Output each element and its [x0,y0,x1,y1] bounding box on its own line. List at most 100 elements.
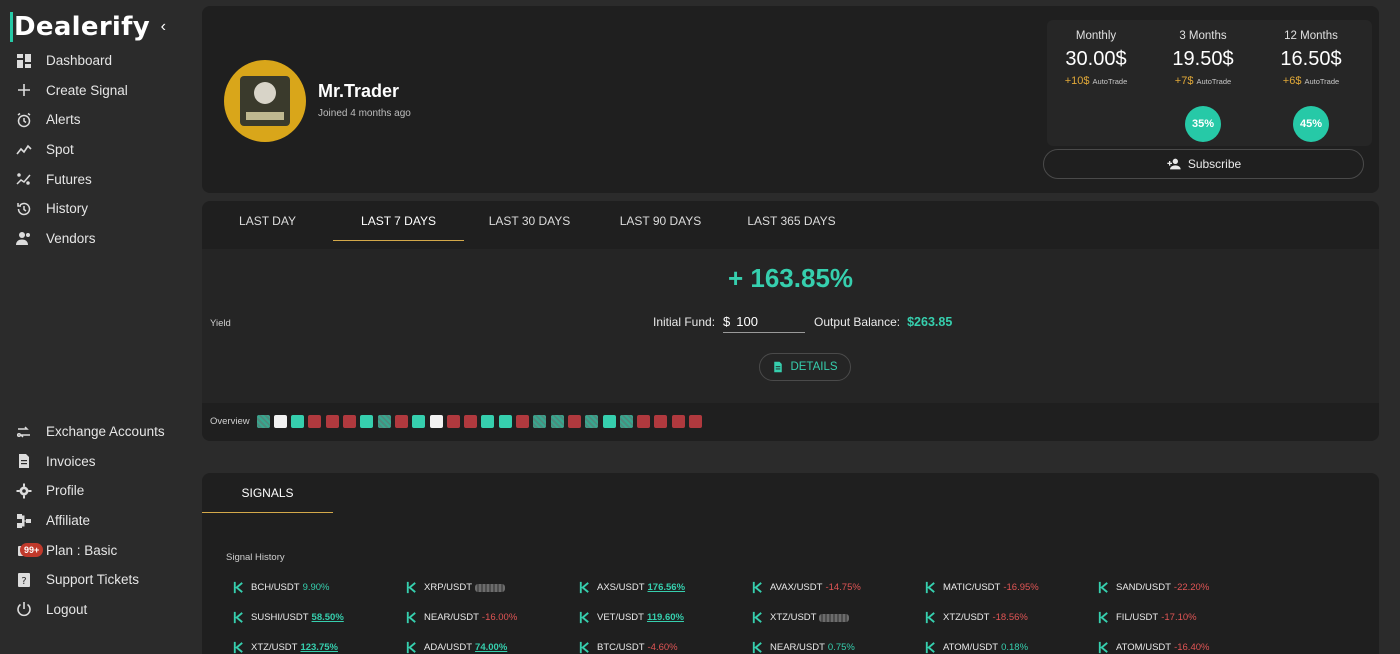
signal-pair: ADA/USDT [424,642,473,653]
invoice-icon [14,451,34,471]
signals-card: SIGNALS Signal History BCH/USDT 9.90% XRP/… [202,473,1379,654]
sidebar-item-spot[interactable]: Spot [14,135,190,165]
details-button[interactable]: DETAILS [759,353,851,381]
overview-day-square[interactable] [429,415,443,428]
overview-day-square[interactable] [481,415,495,428]
profile-card: Mr.Trader Joined 4 months ago Monthly 30… [202,6,1379,193]
overview-day-square[interactable] [602,415,616,428]
signal-item[interactable]: AXS/USDT 176.56% [578,581,685,594]
discount-badge-3-months: 35% [1185,106,1221,142]
overview-day-square[interactable] [689,415,703,428]
overview-day-square[interactable] [343,415,357,428]
tab-last-90-days[interactable]: LAST 90 DAYS [595,201,726,241]
sidebar-item-vendors[interactable]: Vendors [14,224,190,254]
sidebar-item-affiliate[interactable]: Affiliate [14,506,190,536]
overview-day-square[interactable] [273,415,287,428]
page-scrollbar[interactable] [1390,0,1400,654]
sidebar-item-dashboard[interactable]: Dashboard [14,46,190,76]
overview-day-square[interactable] [567,415,581,428]
signal-item[interactable]: ADA/USDT 74.00% [405,641,507,654]
plan-extra: +10$ AutoTrade [1042,75,1150,87]
dashboard-icon [14,51,34,71]
sidebar-item-alerts[interactable]: Alerts [14,105,190,135]
signal-item[interactable]: NEAR/USDT 0.75% [751,641,855,654]
exchange-icon [14,422,34,442]
overview-day-square[interactable] [637,415,651,428]
signal-pair: NEAR/USDT [770,642,825,653]
plan-label: 12 Months [1284,30,1338,42]
sidebar-item-invoices[interactable]: Invoices [14,447,190,477]
sidebar-nav-bottom: Exchange Accounts Invoices Profile Affiliat… [14,417,190,624]
signal-item[interactable]: FIL/USDT -17.10% [1097,611,1197,624]
plan-extra-note: AutoTrade [1304,77,1340,86]
signal-history-label: Signal History [226,552,285,563]
signal-item[interactable]: AVAX/USDT -14.75% [751,581,861,594]
overview-day-square[interactable] [585,415,599,428]
overview-day-square[interactable] [516,415,530,428]
sidebar-item-profile[interactable]: Profile [14,476,190,506]
signal-item[interactable]: SAND/USDT -22.20% [1097,581,1209,594]
signal-item[interactable]: XTZ/USDT -18.56% [924,611,1028,624]
signal-item[interactable]: ATOM/USDT 0.18% [924,641,1028,654]
tab-signals[interactable]: SIGNALS [202,473,333,513]
overview-day-square[interactable] [654,415,668,428]
signal-item[interactable]: VET/USDT 119.60% [578,611,684,624]
signal-item[interactable]: SUSHI/USDT 58.50% [232,611,344,624]
overview-day-square[interactable] [291,415,305,428]
sidebar-item-history[interactable]: History [14,194,190,224]
overview-day-square[interactable] [412,415,426,428]
signal-item[interactable]: XTZ/USDT 123.75% [232,641,338,654]
sidebar-item-plan-basic[interactable]: Plan : Basic 99+ [14,535,190,565]
signal-item[interactable]: BTC/USDT -4.60% [578,641,678,654]
sidebar-item-support-tickets[interactable]: ? Support Tickets [14,565,190,595]
sidebar-item-futures[interactable]: Futures [14,164,190,194]
exchange-logo-icon [925,641,935,654]
signal-item[interactable]: XRP/USDT [405,581,506,594]
signal-item[interactable]: ATOM/USDT -16.40% [1097,641,1209,654]
signal-pair: BTC/USDT [597,642,645,653]
exchange-logo-icon [925,611,935,624]
sidebar: Dealerify ‹ Dashboard Create Signal Alerts… [0,0,190,654]
tab-last-30-days[interactable]: LAST 30 DAYS [464,201,595,241]
plan-3-months[interactable]: 3 Months 19.50$ +7$ AutoTrade [1149,30,1257,87]
overview-day-square[interactable] [671,415,685,428]
exchange-logo-icon [406,581,416,594]
signal-value: -17.10% [1161,612,1197,623]
tab-last-day[interactable]: LAST DAY [202,201,333,241]
overview-day-square[interactable] [308,415,322,428]
overview-day-square[interactable] [498,415,512,428]
plan-monthly[interactable]: Monthly 30.00$ +10$ AutoTrade [1042,30,1150,87]
overview-day-square[interactable] [256,415,270,428]
sidebar-item-logout[interactable]: Logout [14,595,190,625]
sidebar-item-label: Futures [46,171,92,187]
overview-day-square[interactable] [394,415,408,428]
overview-day-square[interactable] [533,415,547,428]
brand-logo[interactable]: Dealerify [10,12,150,42]
chevron-left-icon[interactable]: ‹ [161,18,180,36]
sidebar-item-label: Exchange Accounts [46,424,165,440]
tab-last-7-days[interactable]: LAST 7 DAYS [333,201,464,241]
overview-day-square[interactable] [446,415,460,428]
initial-fund-input[interactable]: $ 100 [723,311,806,333]
signal-item[interactable]: NEAR/USDT -16.00% [405,611,517,624]
sidebar-item-exchange-accounts[interactable]: Exchange Accounts [14,417,190,447]
overview-day-square[interactable] [619,415,633,428]
signal-item[interactable]: XTZ/USDT [751,611,850,624]
overview-day-square[interactable] [550,415,564,428]
sidebar-item-label: Plan : Basic [46,542,118,558]
overview-day-square[interactable] [464,415,478,428]
sidebar-item-label: History [46,201,89,217]
plan-12-months[interactable]: 12 Months 16.50$ +6$ AutoTrade [1257,30,1365,87]
notification-badge: 99+ [20,543,44,558]
tab-last-365-days[interactable]: LAST 365 DAYS [726,201,857,241]
overview-day-square[interactable] [377,415,391,428]
joined-text: Joined 4 months ago [318,108,411,119]
sidebar-item-create-signal[interactable]: Create Signal [14,76,190,106]
signal-item[interactable]: MATIC/USDT -16.95% [924,581,1039,594]
signal-pair: ATOM/USDT [943,642,999,653]
output-balance-value: $263.85 [907,315,953,329]
overview-day-square[interactable] [360,415,374,428]
overview-day-square[interactable] [325,415,339,428]
signal-item[interactable]: BCH/USDT 9.90% [232,581,330,594]
subscribe-button[interactable]: Subscribe [1043,149,1364,179]
